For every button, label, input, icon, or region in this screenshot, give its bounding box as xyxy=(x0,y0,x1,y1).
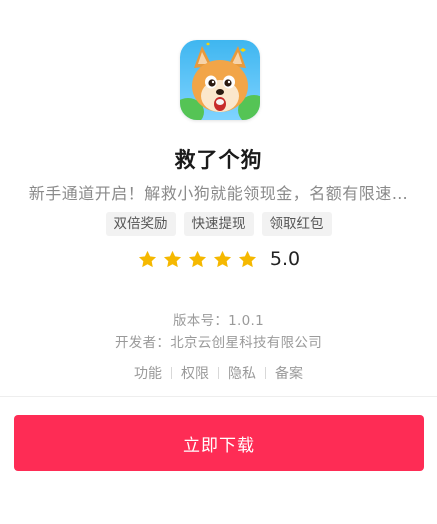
link-privacy[interactable]: 隐私 xyxy=(219,363,265,383)
star-icon xyxy=(188,250,206,267)
divider xyxy=(0,396,437,397)
tag-fast-withdraw: 快速提现 xyxy=(183,212,254,236)
star-icon xyxy=(238,250,256,267)
link-permissions[interactable]: 权限 xyxy=(172,363,218,383)
link-filing[interactable]: 备案 xyxy=(266,363,312,383)
info-links: 功能 权限 隐私 备案 xyxy=(0,363,437,383)
developer-label: 开发者：北京云创星科技有限公司 xyxy=(115,335,322,351)
app-name: 救了个狗 xyxy=(174,148,263,172)
tag-red-packet: 领取红包 xyxy=(261,212,332,236)
rating-value: 5.0 xyxy=(269,248,301,270)
star-rating xyxy=(137,249,258,270)
star-icon xyxy=(163,250,181,267)
link-features[interactable]: 功能 xyxy=(125,363,171,383)
tag-list: 双倍奖励 快速提现 领取红包 xyxy=(0,212,437,236)
version-label: 版本号：1.0.1 xyxy=(172,313,265,329)
app-icon xyxy=(180,40,260,120)
star-icon xyxy=(138,250,156,267)
app-detail-page: 救了个狗 新手通道开启！解救小狗就能领现金，名额有限速… 双倍奖励 快速提现 领… xyxy=(0,0,437,524)
download-button[interactable]: 立即下载 xyxy=(14,415,424,471)
star-icon xyxy=(213,250,231,267)
tag-double-reward: 双倍奖励 xyxy=(105,212,176,236)
rating: 5.0 xyxy=(0,248,437,270)
app-description: 新手通道开启！解救小狗就能领现金，名额有限速… xyxy=(28,184,409,203)
shiba-dog-icon xyxy=(180,40,260,120)
